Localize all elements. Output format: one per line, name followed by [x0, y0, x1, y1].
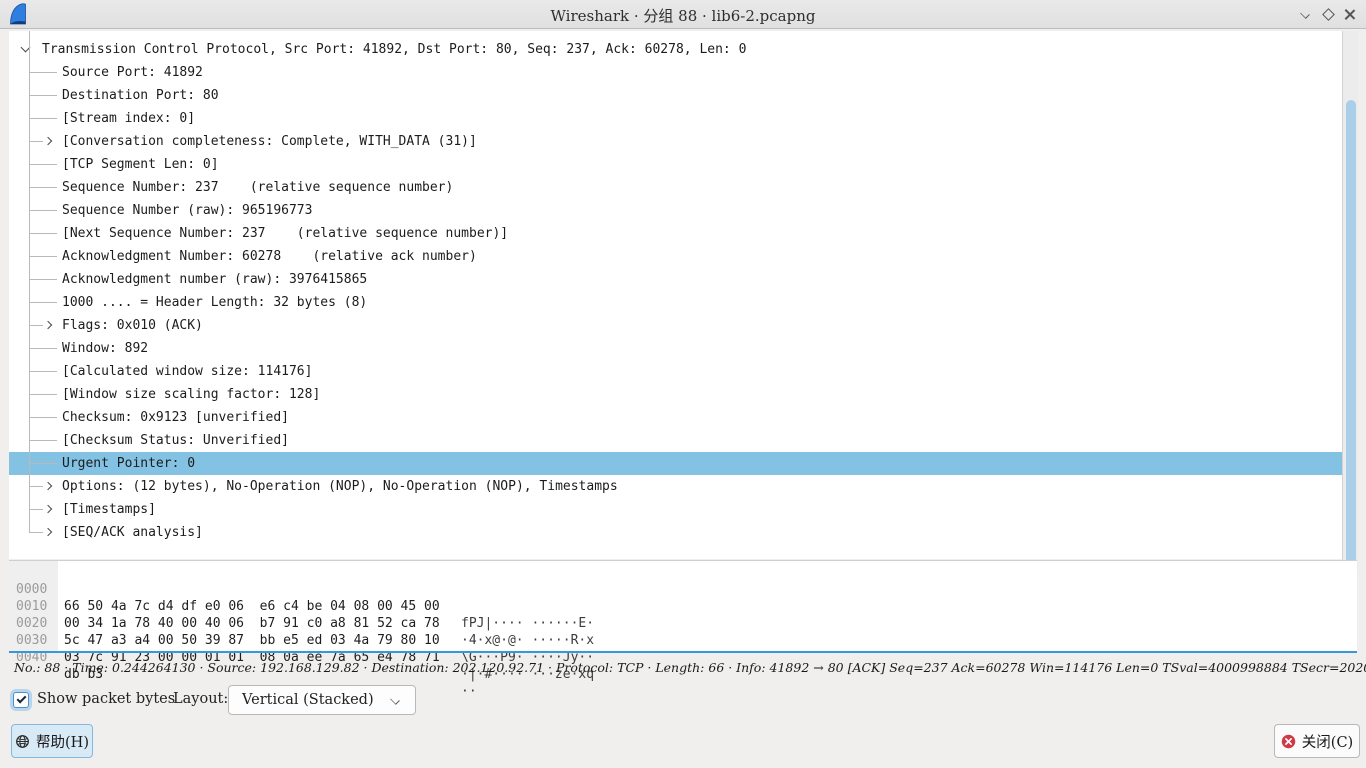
expander-collapsed-icon[interactable] — [44, 505, 52, 513]
maximize-icon[interactable] — [1321, 7, 1337, 23]
layout-dropdown[interactable]: Vertical (Stacked) — [228, 685, 416, 715]
tree-row-label: [Timestamps] — [62, 498, 156, 521]
hex-dump-pane[interactable]: 0000 66 50 4a 7c d4 df e0 06 e6 c4 be 04… — [9, 560, 1357, 651]
tree-row-label: [Next Sequence Number: 237 (relative seq… — [62, 222, 508, 245]
tree-row-label: [Window size scaling factor: 128] — [62, 383, 320, 406]
tree-row[interactable]: Sequence Number (raw): 965196773 — [9, 199, 1342, 222]
tree-row[interactable]: Flags: 0x010 (ACK) — [9, 314, 1342, 337]
tree-row[interactable]: [Next Sequence Number: 237 (relative seq… — [9, 222, 1342, 245]
tree-row-label: [Conversation completeness: Complete, WI… — [62, 130, 477, 153]
help-button-label: 帮助(H) — [36, 731, 89, 752]
layout-label: Layout: — [173, 691, 228, 707]
chevron-down-icon — [390, 695, 400, 705]
vertical-scrollbar[interactable] — [1342, 31, 1358, 571]
close-button-label: 关闭(C) — [1302, 731, 1353, 752]
expander-collapsed-icon[interactable] — [44, 528, 52, 536]
scrollbar-thumb[interactable] — [1346, 100, 1356, 566]
layout-dropdown-value: Vertical (Stacked) — [242, 686, 374, 714]
expander-collapsed-icon[interactable] — [44, 137, 52, 145]
hex-ascii[interactable]: ·· — [461, 683, 477, 700]
tree-row[interactable]: [Calculated window size: 114176] — [9, 360, 1342, 383]
tree-row-label: [Calculated window size: 114176] — [62, 360, 312, 383]
tree-row-label: Sequence Number: 237 (relative sequence … — [62, 176, 453, 199]
close-button[interactable]: 关闭(C) — [1274, 724, 1360, 758]
packet-status-line: No.: 88 · Time: 0.244264130 · Source: 19… — [14, 660, 1354, 675]
title-bar: Wireshark · 分组 88 · lib6-2.pcapng — [0, 0, 1366, 29]
tree-row-label: Flags: 0x010 (ACK) — [62, 314, 203, 337]
tree-row-label: Checksum: 0x9123 [unverified] — [62, 406, 289, 429]
help-globe-icon — [15, 734, 30, 749]
expander-collapsed-icon[interactable] — [44, 482, 52, 490]
tree-row[interactable]: 1000 .... = Header Length: 32 bytes (8) — [9, 291, 1342, 314]
tree-row-label: Destination Port: 80 — [62, 84, 219, 107]
hex-row[interactable]: 0010 00 34 1a 78 40 00 40 06 b7 91 c0 a8… — [9, 581, 1357, 598]
help-button[interactable]: 帮助(H) — [11, 724, 93, 758]
checkmark-icon — [17, 694, 27, 704]
tree-row-label: Acknowledgment Number: 60278 (relative a… — [62, 245, 477, 268]
tree-row-label: Window: 892 — [62, 337, 148, 360]
hex-row[interactable]: 0000 66 50 4a 7c d4 df e0 06 e6 c4 be 04… — [9, 564, 1357, 581]
tree-row-label: Sequence Number (raw): 965196773 — [62, 199, 312, 222]
tree-row[interactable]: [Conversation completeness: Complete, WI… — [9, 130, 1342, 153]
tree-row[interactable]: Checksum: 0x9123 [unverified] — [9, 406, 1342, 429]
tree-row[interactable]: Source Port: 41892 — [9, 61, 1342, 84]
tree-row-label: [Checksum Status: Unverified] — [62, 429, 289, 452]
tree-row[interactable]: [TCP Segment Len: 0] — [9, 153, 1342, 176]
pane-separator — [9, 651, 1357, 653]
tree-row-label: [SEQ/ACK analysis] — [62, 521, 203, 544]
tree-row-label: Options: (12 bytes), No-Operation (NOP),… — [62, 475, 618, 498]
tree-row-label: [Stream index: 0] — [62, 107, 195, 130]
close-window-icon[interactable] — [1342, 7, 1358, 23]
window-title: Wireshark · 分组 88 · lib6-2.pcapng — [0, 5, 1366, 26]
tree-row[interactable]: Destination Port: 80 — [9, 84, 1342, 107]
tree-row-label: 1000 .... = Header Length: 32 bytes (8) — [62, 291, 367, 314]
tree-row[interactable]: Acknowledgment Number: 60278 (relative a… — [9, 245, 1342, 268]
packet-details-tree: Transmission Control Protocol, Src Port:… — [9, 31, 1342, 559]
tree-row[interactable]: Acknowledgment number (raw): 3976415865 — [9, 268, 1342, 291]
tree-row-selected[interactable]: Urgent Pointer: 0 — [9, 452, 1342, 475]
show-packet-bytes-label[interactable]: Show packet bytes — [37, 691, 175, 707]
close-circle-icon — [1281, 734, 1296, 749]
tree-row[interactable]: Window: 892 — [9, 337, 1342, 360]
tree-row[interactable]: [SEQ/ACK analysis] — [9, 521, 1342, 544]
tree-row[interactable]: [Stream index: 0] — [9, 107, 1342, 130]
tree-rail-line — [29, 31, 30, 533]
hex-row[interactable]: 0020 5c 47 a3 a4 00 50 39 87 bb e5 ed 03… — [9, 598, 1357, 615]
show-packet-bytes-checkbox[interactable] — [13, 692, 29, 708]
tree-row-label: Urgent Pointer: 0 — [62, 452, 195, 475]
tree-row[interactable]: [Timestamps] — [9, 498, 1342, 521]
hex-row[interactable]: 0030 03 7c 91 23 00 00 01 01 08 0a ee 7a… — [9, 615, 1357, 632]
tree-row[interactable]: Sequence Number: 237 (relative sequence … — [9, 176, 1342, 199]
hex-row[interactable]: 0040 db b3 ·· — [9, 632, 1357, 649]
tree-row[interactable]: Options: (12 bytes), No-Operation (NOP),… — [9, 475, 1342, 498]
tree-row-label: [TCP Segment Len: 0] — [62, 153, 219, 176]
tree-row[interactable]: [Window size scaling factor: 128] — [9, 383, 1342, 406]
tree-row[interactable]: [Checksum Status: Unverified] — [9, 429, 1342, 452]
minimize-icon[interactable] — [1298, 7, 1314, 23]
tree-row-label: Acknowledgment number (raw): 3976415865 — [62, 268, 367, 291]
tree-row-label: Source Port: 41892 — [62, 61, 203, 84]
tree-row[interactable]: Transmission Control Protocol, Src Port:… — [9, 38, 1342, 61]
expander-collapsed-icon[interactable] — [44, 321, 52, 329]
tree-row-label: Transmission Control Protocol, Src Port:… — [42, 38, 746, 61]
